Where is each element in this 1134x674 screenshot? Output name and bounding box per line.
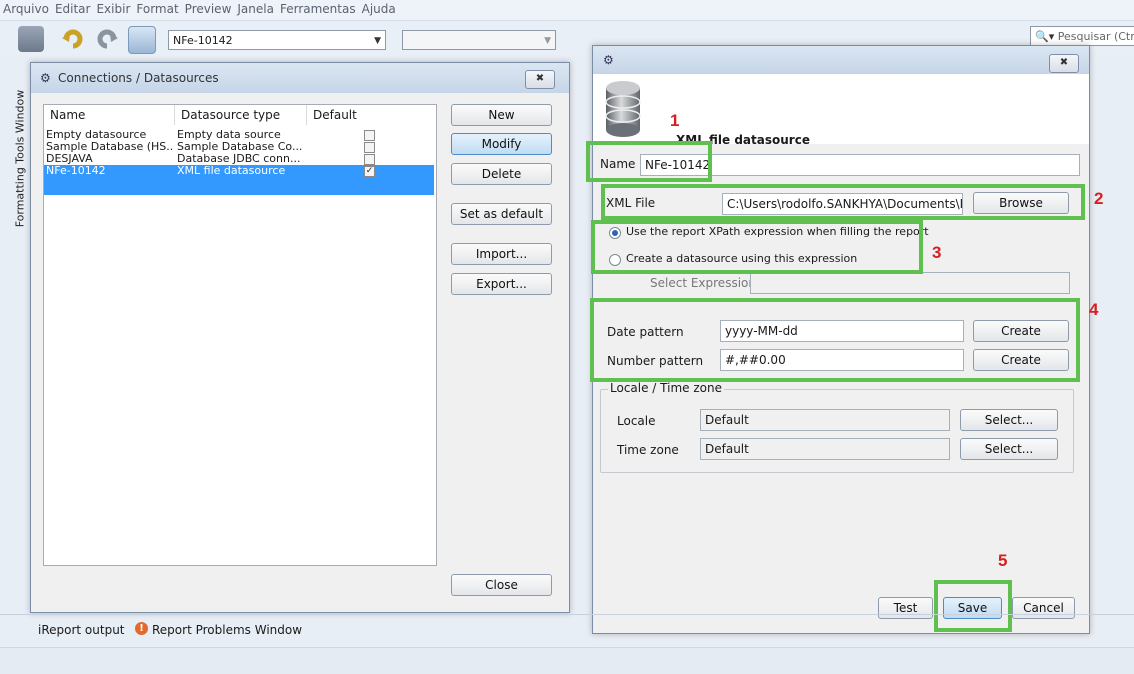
highlight-box-4 <box>590 298 1080 382</box>
menu-bar: Arquivo Editar Exibir Format Preview Janela Fe… <box>0 0 1134 21</box>
highlight-box-1 <box>586 141 712 182</box>
side-tab-label: Formatting Tools Window <box>13 89 27 228</box>
row-type: Sample Database Co... <box>177 141 303 153</box>
highlight-box-3 <box>591 220 923 274</box>
annotation-number-5: 5 <box>998 551 1008 570</box>
import-button[interactable]: Import... <box>451 243 552 265</box>
close-icon[interactable]: ✖ <box>525 70 555 89</box>
highlight-box-5 <box>934 580 1012 632</box>
xml-header-panel <box>593 74 1089 144</box>
row-type: Empty data source <box>177 129 281 141</box>
search-icon: 🔍▾ <box>1035 30 1055 43</box>
row-name: DESJAVA <box>46 153 93 165</box>
annotation-number-4: 4 <box>1089 300 1099 319</box>
app-icon: ⚙ <box>603 53 614 67</box>
datasource-table: Name Datasource type Default Empty datas… <box>43 104 437 566</box>
select-timezone-button[interactable]: Select... <box>960 438 1058 460</box>
default-checkbox[interactable] <box>364 130 375 141</box>
redo-icon[interactable] <box>94 26 120 52</box>
default-checkbox-checked[interactable]: ✓ <box>364 166 375 177</box>
status-bar <box>0 647 1134 674</box>
datasource-icon[interactable] <box>128 26 156 54</box>
connections-titlebar: ⚙ Connections / Datasources ✖ <box>31 63 569 93</box>
default-checkbox[interactable] <box>364 154 375 165</box>
menu-preview[interactable]: Preview <box>182 0 235 16</box>
chevron-down-icon: ▼ <box>544 36 551 46</box>
warning-icon: ! <box>135 622 148 635</box>
highlight-box-2 <box>601 184 1085 220</box>
column-header-default[interactable]: Default <box>307 105 435 125</box>
xml-titlebar: ⚙ ✖ <box>593 46 1089 74</box>
search-input[interactable]: 🔍▾ Pesquisar (Ctr <box>1030 26 1134 46</box>
table-row[interactable]: DESJAVA Database JDBC conn... <box>44 153 434 165</box>
menu-ajuda[interactable]: Ajuda <box>359 0 399 16</box>
divider <box>0 614 1134 615</box>
annotation-number-1: 1 <box>670 111 680 130</box>
column-header-type[interactable]: Datasource type <box>175 105 307 125</box>
locale-group-title: Locale / Time zone <box>608 381 724 395</box>
menu-editar[interactable]: Editar <box>52 0 94 16</box>
export-button[interactable]: Export... <box>451 273 552 295</box>
row-type: XML file datasource <box>177 165 286 177</box>
database-icon[interactable] <box>18 26 44 52</box>
side-tab-formatting-tools[interactable]: Formatting Tools Window <box>6 60 28 270</box>
locale-label: Locale <box>617 414 656 428</box>
menu-arquivo[interactable]: Arquivo <box>0 0 52 16</box>
locale-group <box>600 389 1074 473</box>
app-icon: ⚙ <box>40 71 51 85</box>
close-icon[interactable]: ✖ <box>1049 54 1079 73</box>
expression-field[interactable] <box>750 272 1070 294</box>
set-default-button[interactable]: Set as default <box>451 203 552 225</box>
empty-combo[interactable]: ▼ <box>402 30 556 50</box>
delete-button[interactable]: Delete <box>451 163 552 185</box>
default-checkbox[interactable] <box>364 142 375 153</box>
cancel-button[interactable]: Cancel <box>1012 597 1075 619</box>
table-row-selected[interactable]: NFe-10142 XML file datasource ✓ <box>44 165 434 195</box>
report-problems-tab[interactable]: Report Problems Window <box>152 623 302 637</box>
datasource-combo-value: NFe-10142 <box>173 34 233 47</box>
database-icon <box>603 80 643 138</box>
modify-button[interactable]: Modify <box>451 133 552 155</box>
table-row[interactable]: Sample Database (HS... Sample Database C… <box>44 141 434 153</box>
select-locale-button[interactable]: Select... <box>960 409 1058 431</box>
row-name: NFe-10142 <box>46 165 106 177</box>
menu-format[interactable]: Format <box>133 0 181 16</box>
connections-title: Connections / Datasources <box>58 71 219 85</box>
row-name: Sample Database (HS... <box>46 141 173 153</box>
datasource-combo[interactable]: NFe-10142 ▼ <box>168 30 386 50</box>
select-expression-label: Select Expression <box>650 276 756 290</box>
search-placeholder: Pesquisar (Ctr <box>1057 30 1134 43</box>
timezone-field: Default <box>700 438 950 460</box>
annotation-number-3: 3 <box>932 243 942 262</box>
ireport-output-tab[interactable]: iReport output <box>38 623 125 637</box>
menu-exibir[interactable]: Exibir <box>93 0 133 16</box>
table-row[interactable]: Empty datasource Empty data source <box>44 129 434 141</box>
test-button[interactable]: Test <box>878 597 933 619</box>
menu-ferramentas[interactable]: Ferramentas <box>277 0 359 16</box>
column-header-name[interactable]: Name <box>44 105 175 125</box>
close-button[interactable]: Close <box>451 574 552 596</box>
menu-janela[interactable]: Janela <box>234 0 277 16</box>
annotation-number-2: 2 <box>1094 189 1104 208</box>
timezone-label: Time zone <box>617 443 679 457</box>
row-type: Database JDBC conn... <box>177 153 301 165</box>
undo-icon[interactable] <box>60 26 86 52</box>
row-name: Empty datasource <box>46 129 147 141</box>
new-button[interactable]: New <box>451 104 552 126</box>
locale-field: Default <box>700 409 950 431</box>
chevron-down-icon: ▼ <box>374 36 381 46</box>
